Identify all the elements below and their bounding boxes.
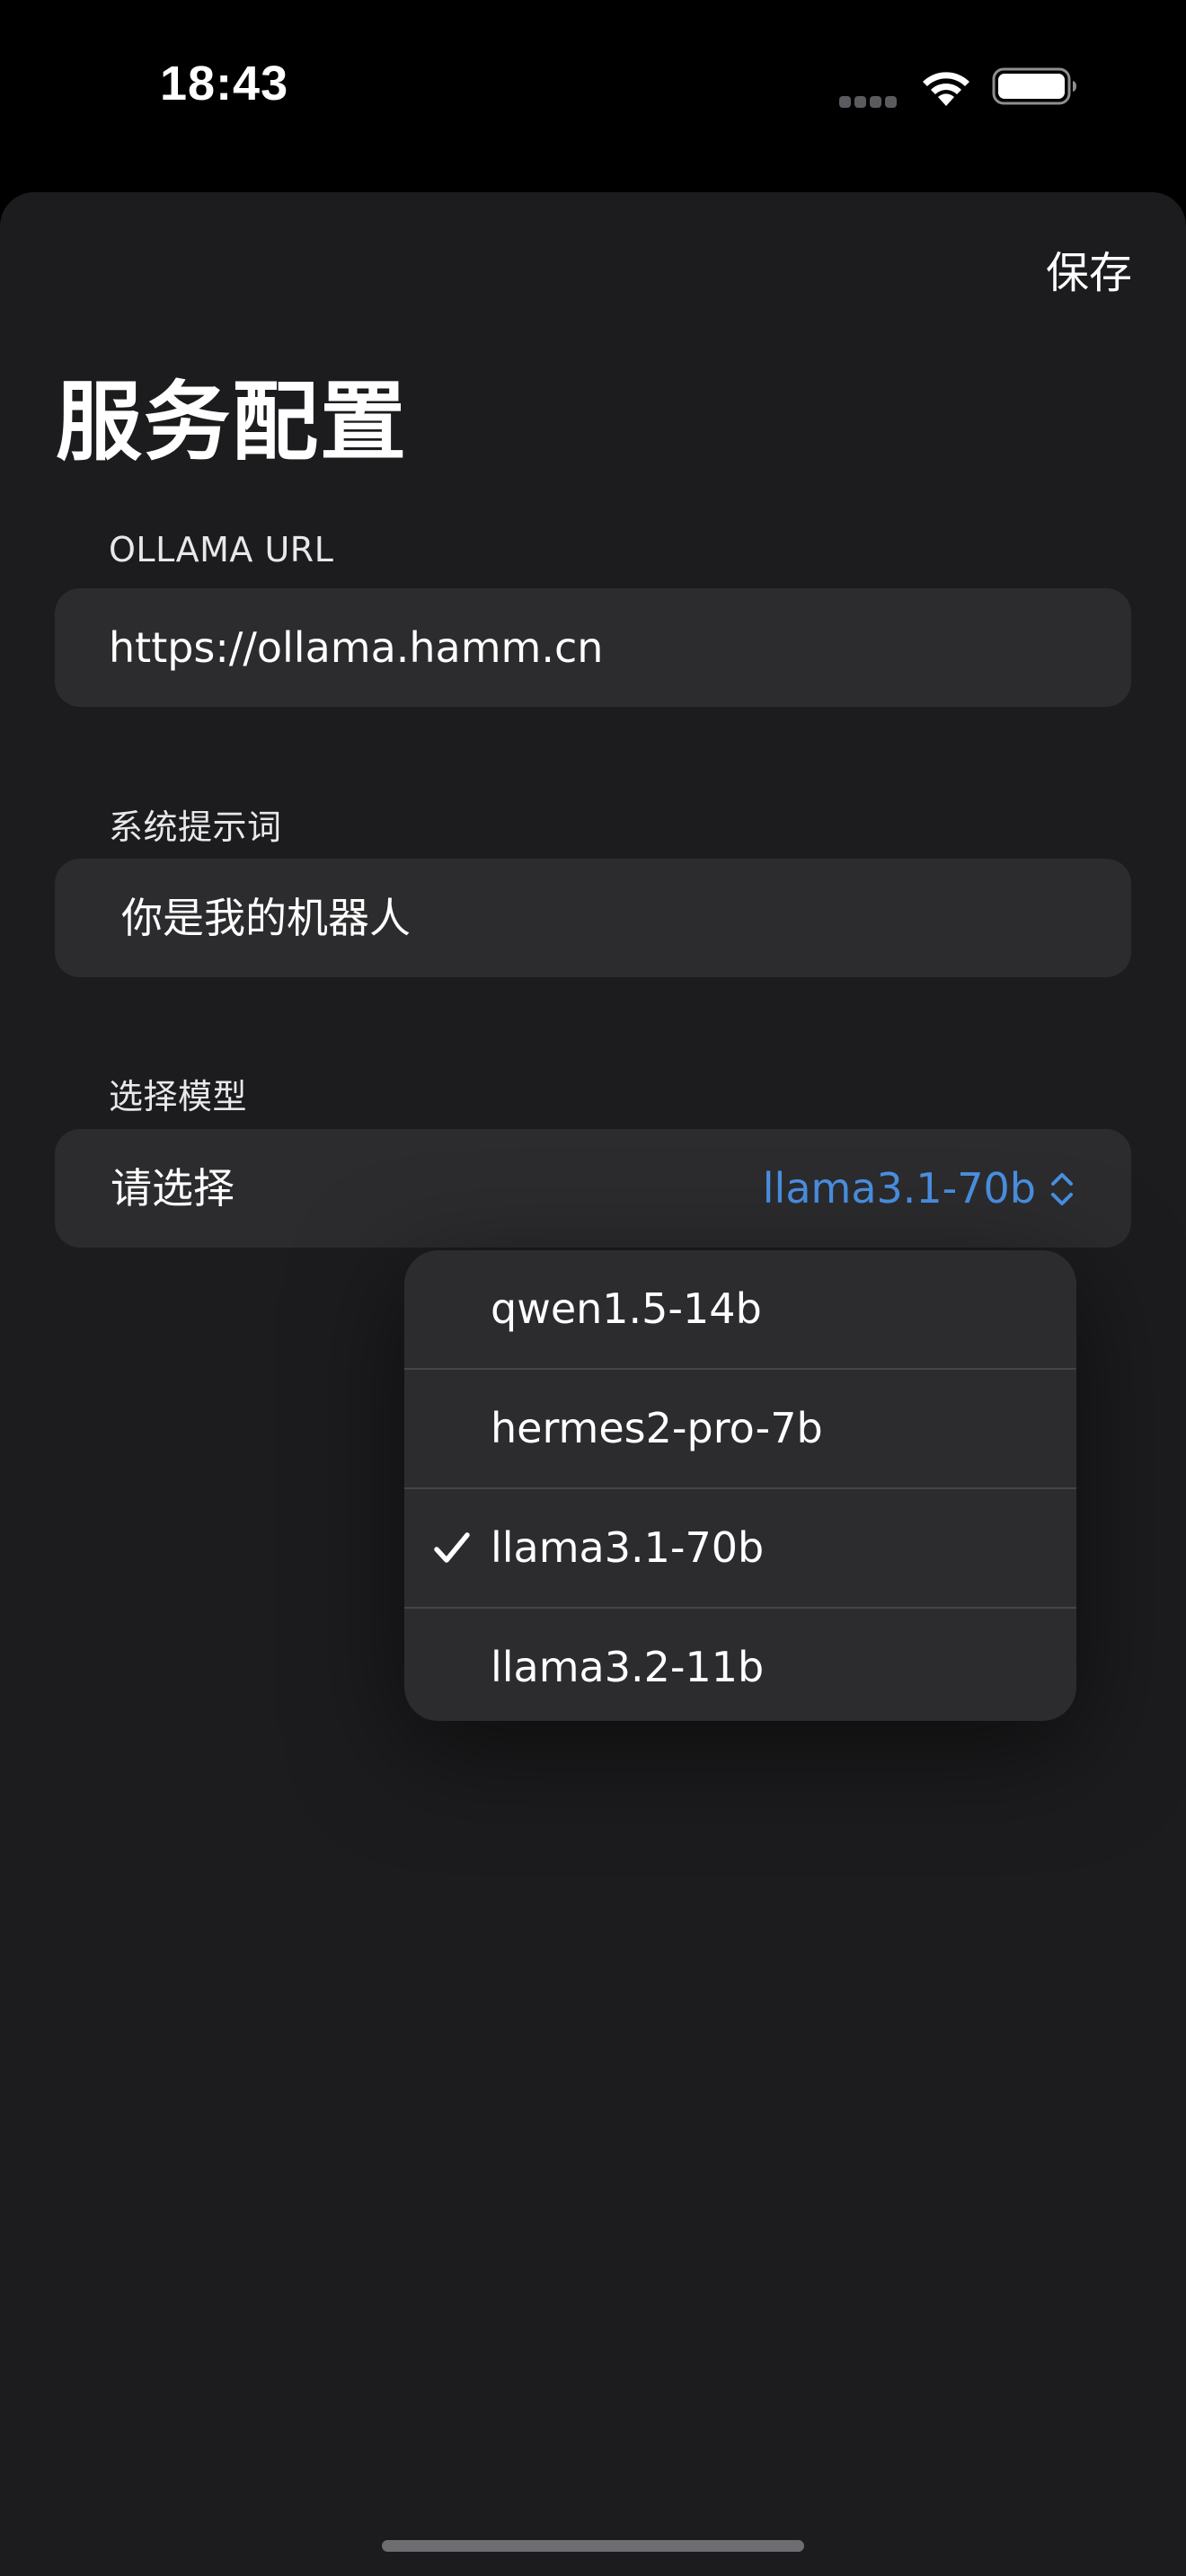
chevron-updown-icon	[1051, 1172, 1073, 1205]
model-picker[interactable]: 请选择 llama3.1-70b	[55, 1129, 1131, 1248]
screen: 18:43 保存 服务配置 OLLAMA URL https://ollama.…	[0, 0, 1186, 2576]
model-section-label: 选择模型	[109, 1077, 248, 1116]
system-prompt-field[interactable]: 你是我的机器人	[55, 859, 1131, 977]
ollama-url-value: https://ollama.hamm.cn	[109, 623, 604, 672]
wifi-icon	[923, 72, 969, 106]
battery-icon	[992, 67, 1076, 105]
menu-item-hermes[interactable]: hermes2-pro-7b	[404, 1370, 1076, 1489]
ollama-url-label: OLLAMA URL	[109, 530, 334, 569]
home-indicator[interactable]	[382, 2540, 804, 2552]
save-button[interactable]: 保存	[1046, 237, 1132, 300]
menu-item-label: llama3.2-11b	[491, 1643, 765, 1691]
system-prompt-label: 系统提示词	[109, 807, 282, 847]
page-title: 服务配置	[56, 372, 408, 472]
status-bar: 18:43	[0, 0, 1186, 180]
menu-item-qwen[interactable]: qwen1.5-14b	[404, 1250, 1076, 1370]
checkmark-icon	[434, 1532, 470, 1563]
menu-item-label: hermes2-pro-7b	[491, 1404, 823, 1452]
menu-item-label: llama3.1-70b	[491, 1523, 765, 1572]
menu-item-llama3-2[interactable]: llama3.2-11b	[404, 1609, 1076, 1721]
status-time: 18:43	[160, 57, 289, 110]
selected-model: llama3.1-70b	[762, 1164, 1036, 1213]
menu-item-llama3-1[interactable]: llama3.1-70b	[404, 1489, 1076, 1609]
ollama-url-field[interactable]: https://ollama.hamm.cn	[55, 588, 1131, 707]
model-picker-label: 请选择	[111, 1164, 235, 1213]
menu-item-label: qwen1.5-14b	[491, 1284, 762, 1333]
cellular-signal-icon	[839, 94, 904, 108]
model-picker-value[interactable]: llama3.1-70b	[763, 1129, 1075, 1248]
system-prompt-value: 你是我的机器人	[121, 894, 411, 942]
model-dropdown-menu: qwen1.5-14b hermes2-pro-7b llama3.1-70b …	[404, 1250, 1076, 1721]
